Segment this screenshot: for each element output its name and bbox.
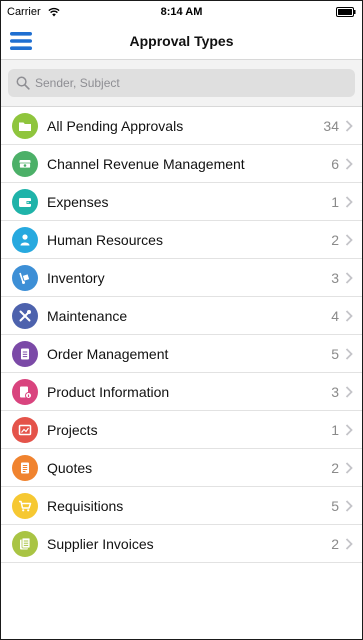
money-icon [12,150,38,177]
list-item-label: Channel Revenue Management [47,155,245,172]
wallet-icon [12,188,38,215]
search-bar [1,60,362,107]
list-item-count: 2 [331,459,339,476]
chevron-right-icon [345,347,353,360]
list-item-label: Order Management [47,345,169,362]
list-item-label: Maintenance [47,307,128,324]
list-item-product-information[interactable]: Product Information 3 [1,373,362,411]
list-item-requisitions[interactable]: Requisitions 5 [1,487,362,525]
chevron-right-icon [345,537,353,550]
list-item-label: Requisitions [47,497,124,514]
chevron-right-icon [345,157,353,170]
list-item-count: 2 [331,231,339,248]
list-item-label: Quotes [47,459,93,476]
status-bar: Carrier 8:14 AM [1,1,362,23]
list-item-supplier-invoices[interactable]: Supplier Invoices 2 [1,525,362,563]
list-item-inventory[interactable]: Inventory 3 [1,259,362,297]
invoice-icon [12,530,38,557]
list-item-count: 3 [331,383,339,400]
list-item-label: All Pending Approvals [47,117,184,134]
list-item-maintenance[interactable]: Maintenance 4 [1,297,362,335]
list-item-count: 3 [331,269,339,286]
search-input[interactable] [35,76,335,90]
list-item-all-pending-approvals[interactable]: All Pending Approvals 34 [1,107,362,145]
search-icon [16,76,30,90]
list-item-count: 5 [331,497,339,514]
tools-icon [12,302,38,329]
list-item-label: Human Resources [47,231,163,248]
list-item-count: 6 [331,155,339,172]
chevron-right-icon [345,309,353,322]
nav-bar: Approval Types [1,23,362,60]
list-item-expenses[interactable]: Expenses 1 [1,183,362,221]
page-title: Approval Types [129,33,234,49]
folder-icon [12,112,38,139]
product-info-icon [12,378,38,405]
list-item-count: 4 [331,307,339,324]
chevron-right-icon [345,499,353,512]
approval-types-list: All Pending Approvals 34 Channel Revenue… [1,107,362,563]
list-item-label: Inventory [47,269,105,286]
cart-icon [12,492,38,519]
battery-icon [336,7,356,17]
list-item-count: 34 [323,117,339,134]
document-icon [12,340,38,367]
list-item-count: 1 [331,193,339,210]
list-item-projects[interactable]: Projects 1 [1,411,362,449]
list-item-human-resources[interactable]: Human Resources 2 [1,221,362,259]
person-icon [12,226,38,253]
list-item-label: Projects [47,421,98,438]
chevron-right-icon [345,233,353,246]
list-item-quotes[interactable]: Quotes 2 [1,449,362,487]
chevron-right-icon [345,385,353,398]
dolly-icon [12,264,38,291]
list-item-count: 5 [331,345,339,362]
project-icon [12,416,38,443]
status-time: 8:14 AM [160,6,203,18]
chevron-right-icon [345,461,353,474]
list-item-label: Expenses [47,193,109,210]
search-box[interactable] [8,69,355,97]
list-item-count: 2 [331,535,339,552]
list-item-label: Product Information [47,383,170,400]
chevron-right-icon [345,271,353,284]
chevron-right-icon [345,119,353,132]
list-item-channel-revenue-management[interactable]: Channel Revenue Management 6 [1,145,362,183]
app-screen: Carrier 8:14 AM Approval Types Sender, S… [0,0,363,640]
chevron-right-icon [345,195,353,208]
list-item-count: 1 [331,421,339,438]
list-item-order-management[interactable]: Order Management 5 [1,335,362,373]
quote-icon [12,454,38,481]
list-item-label: Supplier Invoices [47,535,154,552]
chevron-right-icon [345,423,353,436]
